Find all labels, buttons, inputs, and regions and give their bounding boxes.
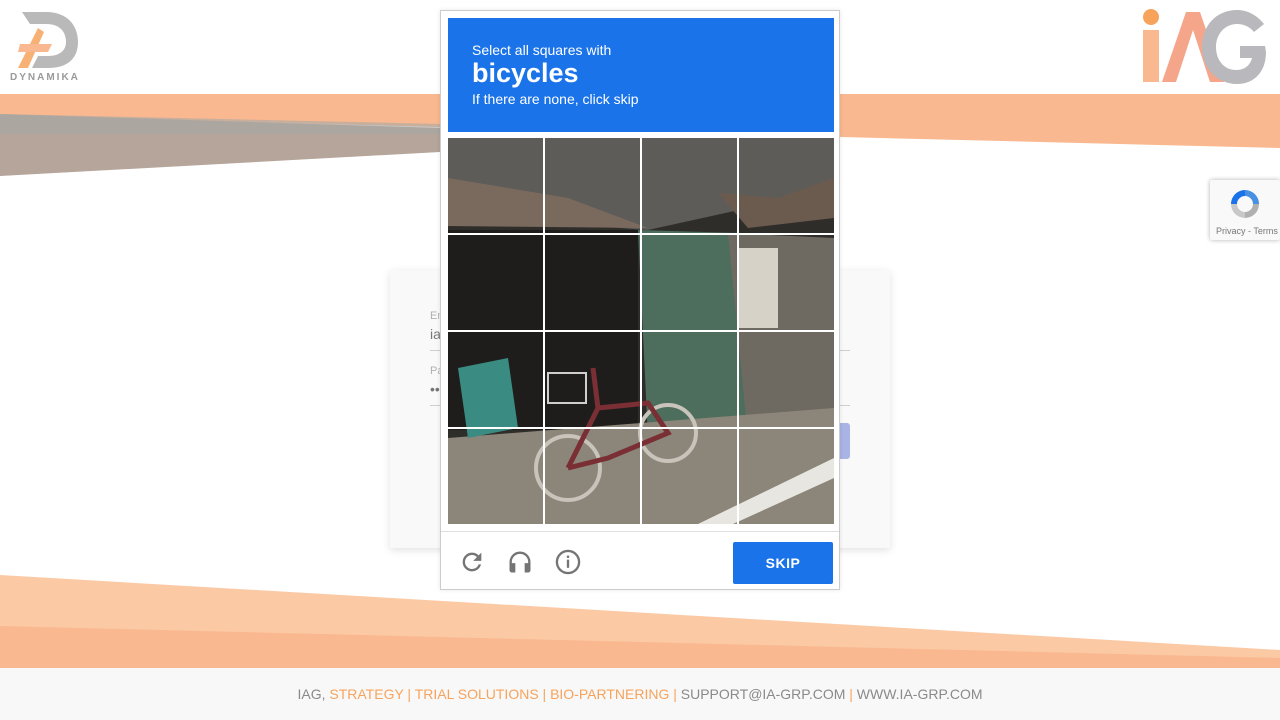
captcha-tile[interactable] [739,138,834,233]
captcha-tile[interactable] [448,429,543,524]
iag-logo [1143,9,1266,84]
captcha-tile[interactable] [642,138,737,233]
footer-email[interactable]: SUPPORT@IA-GRP.COM [681,686,846,702]
captcha-image-grid [448,138,834,524]
dynamika-logo-text: DYNAMIKA [10,72,80,83]
captcha-tile[interactable] [448,332,543,427]
footer-website[interactable]: WWW.IA-GRP.COM [857,686,983,702]
captcha-tile[interactable] [545,138,640,233]
skip-button[interactable]: SKIP [733,542,833,584]
captcha-tile[interactable] [545,332,640,427]
audio-headphones-icon[interactable] [506,548,534,576]
recaptcha-logo-icon [1231,190,1259,218]
captcha-tile[interactable] [642,332,737,427]
captcha-challenge: Select all squares with bicycles If ther… [440,10,840,590]
captcha-tile[interactable] [642,235,737,330]
captcha-instruction-text: Select all squares with [472,42,612,58]
password-value: •• [430,381,440,397]
captcha-tile[interactable] [642,429,737,524]
footer-separator: | [849,686,853,702]
info-icon[interactable] [554,548,582,576]
captcha-keyword: bicycles [472,58,579,88]
captcha-tile[interactable] [545,429,640,524]
captcha-instructions: Select all squares with bicycles If ther… [448,18,834,132]
captcha-tile[interactable] [545,235,640,330]
footer-prefix: IAG, [297,686,326,702]
captcha-footer: SKIP [441,531,839,590]
captcha-tile[interactable] [739,429,834,524]
captcha-tile[interactable] [739,235,834,330]
reload-icon[interactable] [458,548,486,576]
captcha-tile[interactable] [739,332,834,427]
captcha-tile[interactable] [448,235,543,330]
recaptcha-badge[interactable]: Privacy - Terms [1210,180,1280,240]
captcha-skip-hint: If there are none, click skip [472,91,639,107]
captcha-tile[interactable] [448,138,543,233]
recaptcha-privacy-terms[interactable]: Privacy - Terms [1216,226,1278,236]
footer-services-links[interactable]: STRATEGY | TRIAL SOLUTIONS | BIO-PARTNER… [329,686,677,702]
page-footer: IAG, STRATEGY | TRIAL SOLUTIONS | BIO-PA… [0,668,1280,720]
